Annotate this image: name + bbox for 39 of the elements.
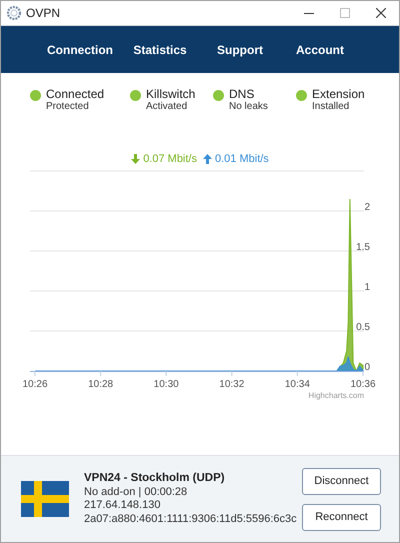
axis-label: 1.5	[356, 242, 370, 253]
download-speed: 0.07 Mbit/s	[143, 153, 197, 165]
status-title: DNS	[229, 88, 256, 101]
ipv6-address: 2a07:a880:4601:1111:9306:11d5:5596:6c3c	[84, 512, 298, 526]
axis-label: 10:28	[88, 379, 114, 390]
axis-label: 10:36	[350, 379, 376, 390]
status-title: Connected	[46, 88, 104, 101]
close-icon[interactable]	[376, 8, 386, 18]
flag-icon	[21, 481, 69, 517]
upload-arrow-icon	[203, 154, 212, 164]
nav-tab[interactable]: Support	[217, 40, 263, 58]
server-name: VPN24 - Stockholm (UDP)	[84, 472, 226, 486]
axis-label: 10:34	[284, 379, 310, 390]
status-detail: No leaks	[229, 101, 268, 112]
logo-icon	[7, 6, 21, 20]
status-detail: Installed	[312, 101, 350, 112]
connection-details: No add-on | 00:00:28	[84, 486, 188, 499]
axis-label: 10:26	[22, 379, 48, 390]
axis-label: 10:32	[219, 379, 244, 390]
disconnect-button[interactable]: Disconnect	[302, 468, 381, 494]
ipv4-address: 217.64.148.130	[84, 499, 162, 512]
status-title: Killswitch	[146, 88, 196, 101]
window-title: OVPN	[26, 6, 60, 20]
reconnect-button[interactable]: Reconnect	[302, 504, 381, 530]
axis-label: 0.5	[356, 322, 370, 333]
minimize-icon[interactable]	[304, 12, 314, 14]
axis-label: 2	[364, 202, 370, 213]
axis-label: 1	[364, 282, 370, 293]
nav-tab[interactable]: Account	[296, 40, 344, 58]
download-arrow-icon	[131, 154, 140, 164]
status-title: Extension	[312, 88, 365, 101]
nav-tab[interactable]: Connection	[47, 40, 113, 58]
chart-credit: Highcharts.com	[308, 391, 364, 400]
nav-tab[interactable]: Statistics	[133, 40, 187, 58]
upload-speed: 0.01 Mbit/s	[215, 153, 269, 165]
status-detail: Protected	[46, 101, 90, 112]
axis-label: 10:30	[154, 379, 179, 390]
axis-label: 0	[364, 362, 370, 373]
status-detail: Activated	[146, 101, 188, 112]
